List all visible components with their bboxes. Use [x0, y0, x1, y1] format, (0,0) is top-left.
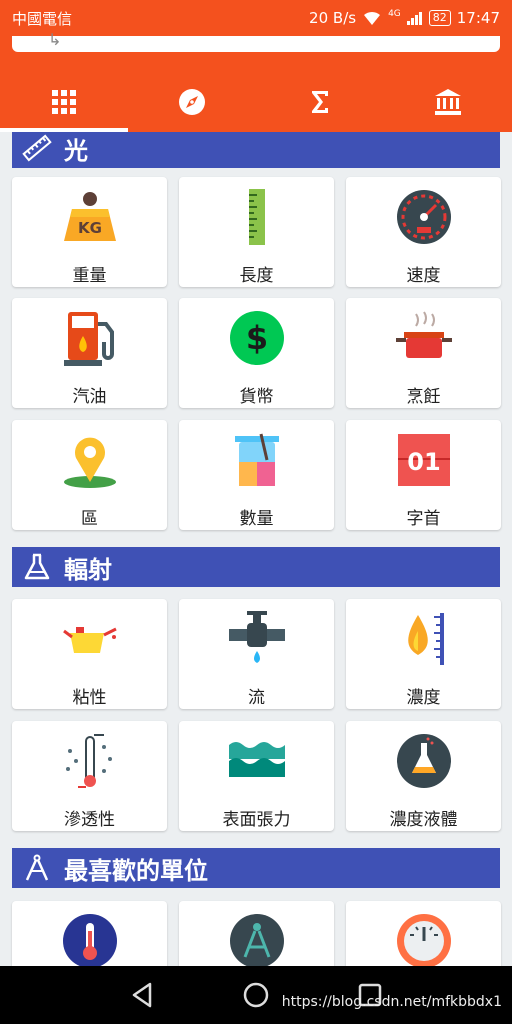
- grid-icon: [52, 90, 76, 114]
- flask-icon: [24, 553, 50, 580]
- search-input[interactable]: ↳: [12, 30, 500, 52]
- status-right: 20 B/s 4G 82 17:47: [309, 9, 500, 27]
- clock: 17:47: [456, 9, 500, 27]
- section-title: 光: [64, 136, 88, 165]
- currency-symbol: $: [245, 319, 267, 357]
- oil-can-icon: [62, 627, 117, 653]
- status-bar: 中國電信 20 B/s 4G 82 17:47: [0, 0, 512, 36]
- thermometer-dots-icon: [65, 734, 112, 788]
- card-label: 貨幣: [239, 387, 274, 407]
- card-weight[interactable]: KG 重量: [12, 177, 167, 287]
- beaker-icon: [234, 433, 279, 486]
- tab-explore[interactable]: [128, 72, 256, 132]
- card-favorite-geometry[interactable]: [179, 901, 334, 966]
- card-label: 表面張力: [222, 810, 291, 830]
- tab-bar: [0, 72, 512, 132]
- card-area[interactable]: 區: [12, 420, 167, 530]
- card-liquid-concentration[interactable]: 濃度液體: [346, 721, 501, 831]
- lab-flask-icon: [396, 734, 451, 788]
- signal-icon: [406, 12, 422, 25]
- sigma-icon: [312, 91, 328, 113]
- card-label: 字首: [406, 509, 441, 529]
- pot-icon: [395, 311, 452, 358]
- network-type: 4G: [388, 9, 401, 19]
- drawing-compass-icon: [229, 914, 284, 966]
- watermark: https://blog.csdn.net/mfkbbdx1: [281, 994, 502, 1010]
- compass-icon: [179, 89, 205, 115]
- section-title: 最喜歡的單位: [64, 856, 208, 885]
- ruler-icon: [248, 189, 265, 245]
- waves-icon: [228, 742, 285, 777]
- card-label: 濃度液體: [389, 810, 458, 830]
- counter-icon: 01: [397, 434, 450, 486]
- battery-indicator: 82: [428, 10, 451, 26]
- card-length[interactable]: 長度: [179, 177, 334, 287]
- card-concentration[interactable]: 濃度: [346, 599, 501, 709]
- card-permeability[interactable]: 滲透性: [12, 721, 167, 831]
- drop-gauge-icon: [407, 613, 444, 665]
- gas-pump-icon: [63, 312, 114, 366]
- card-flow[interactable]: 流: [179, 599, 334, 709]
- card-currency[interactable]: $ 貨幣: [179, 298, 334, 408]
- carrier-label: 中國電信: [12, 9, 73, 28]
- section-title: 輻射: [64, 555, 112, 584]
- bank-icon: [435, 89, 461, 115]
- card-label: 滲透性: [64, 810, 115, 830]
- card-speed[interactable]: 速度: [346, 177, 501, 287]
- pipe-valve-icon: [228, 611, 285, 663]
- card-label: 長度: [239, 266, 274, 286]
- map-pin-icon: [63, 437, 116, 488]
- gauge-icon: [396, 914, 451, 966]
- weight-badge: KG: [78, 219, 102, 237]
- unit-categories: 光 KG 重量 長度 速度 汽油 $ 貨幣 烹飪 區 數量 01 字首 輻射 粘…: [0, 132, 512, 966]
- thermometer-icon: [62, 914, 117, 966]
- card-viscosity[interactable]: 粘性: [12, 599, 167, 709]
- card-quantity[interactable]: 數量: [179, 420, 334, 530]
- card-fuel[interactable]: 汽油: [12, 298, 167, 408]
- tab-math[interactable]: [256, 72, 384, 132]
- card-label: 濃度: [406, 688, 441, 708]
- card-label: 汽油: [72, 387, 107, 407]
- ruler-icon: [22, 134, 52, 162]
- app-header: ↳: [0, 30, 512, 132]
- speedometer-icon: [396, 190, 451, 244]
- section-header-light: 光: [12, 132, 500, 168]
- card-label: 數量: [239, 509, 274, 529]
- network-speed: 20 B/s: [309, 9, 357, 27]
- section-header-radiation: 輻射: [12, 547, 500, 587]
- card-surface-tension[interactable]: 表面張力: [179, 721, 334, 831]
- system-nav-bar: https://blog.csdn.net/mfkbbdx1: [0, 966, 512, 1024]
- home-icon[interactable]: [241, 980, 271, 1010]
- section-header-favorites: 最喜歡的單位: [12, 848, 500, 888]
- card-label: 流: [248, 688, 265, 708]
- weight-icon: KG: [63, 192, 116, 241]
- card-favorite-pressure[interactable]: [346, 901, 501, 966]
- card-label: 區: [81, 509, 98, 529]
- tab-finance[interactable]: [384, 72, 512, 132]
- compass-drawing-icon: [25, 854, 49, 881]
- card-label: 粘性: [72, 688, 107, 708]
- card-label: 烹飪: [406, 387, 441, 407]
- card-label: 重量: [72, 266, 107, 286]
- card-cooking[interactable]: 烹飪: [346, 298, 501, 408]
- dollar-icon: $: [229, 311, 284, 365]
- typography-badge: 01: [407, 448, 440, 476]
- back-icon[interactable]: [128, 980, 158, 1010]
- wifi-icon: [364, 11, 381, 25]
- tab-units[interactable]: [0, 72, 128, 132]
- card-favorite-temperature[interactable]: [12, 901, 167, 966]
- card-label: 速度: [406, 266, 441, 286]
- search-icon: ↳: [48, 30, 62, 49]
- card-typography[interactable]: 01 字首: [346, 420, 501, 530]
